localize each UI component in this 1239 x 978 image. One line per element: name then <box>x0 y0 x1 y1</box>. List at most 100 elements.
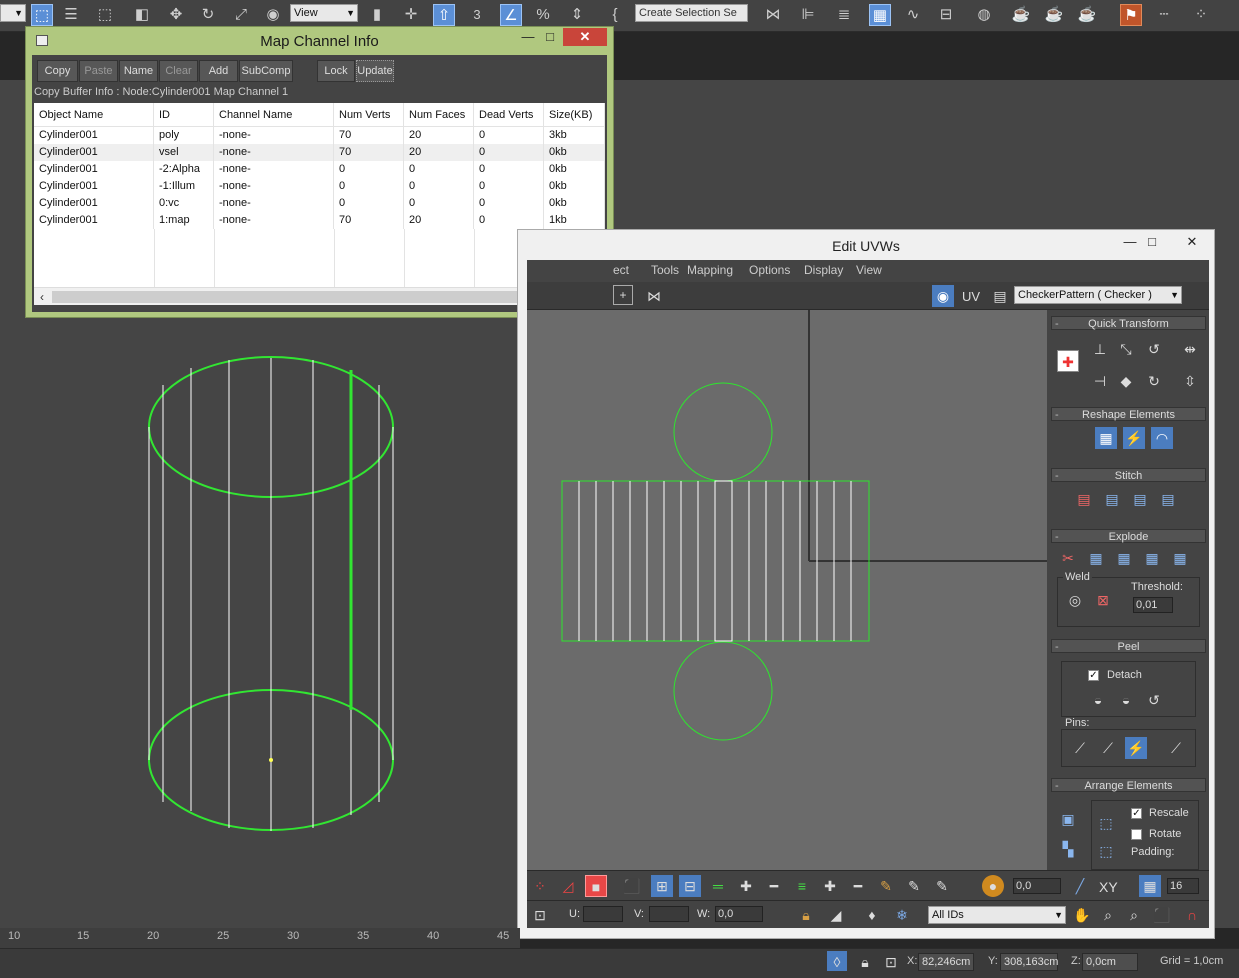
ruler-tool-icon[interactable]: ┄ <box>1153 4 1175 26</box>
mirror-icon[interactable]: ⋈ <box>643 285 665 307</box>
x-coordinate-field[interactable]: 82,246cm <box>918 953 974 971</box>
auto-pin-icon[interactable]: ⟋ <box>1165 737 1187 759</box>
flatten-by-polygon-icon[interactable]: ▦ <box>1113 547 1135 569</box>
time-ruler[interactable]: 10 15 20 25 30 35 40 45 <box>0 928 520 948</box>
absolute-offset-icon[interactable]: ⊡ <box>529 904 551 926</box>
edge-mode-icon[interactable]: ◿ <box>557 875 579 897</box>
render-production-icon[interactable]: ☕ <box>1076 4 1098 26</box>
edit-uvws-titlebar[interactable]: Edit UVWs — □ ✕ <box>518 230 1214 260</box>
column-header[interactable]: Num Verts <box>334 103 404 127</box>
grid-snap-icon[interactable]: ▦ <box>1139 875 1161 897</box>
ring-icon[interactable]: ≡ <box>791 875 813 897</box>
named-selection-set-field[interactable]: Create Selection Se <box>635 4 748 22</box>
flatten-by-smoothing-icon[interactable]: ▦ <box>1141 547 1163 569</box>
soft-selection-icon[interactable]: ● <box>982 875 1004 897</box>
table-row[interactable]: Cylinder001 1:map -none- 70 20 0 1kb <box>34 212 605 229</box>
clear-button[interactable]: Clear <box>159 60 198 82</box>
move-icon[interactable]: ✥ <box>165 4 187 26</box>
copy-button[interactable]: Copy <box>37 60 78 82</box>
stitch-to-source-icon[interactable]: ▤ <box>1101 488 1123 510</box>
xy-label[interactable]: XY <box>1099 879 1118 895</box>
relax-icon[interactable]: ⚡ <box>1123 427 1145 449</box>
rectangular-selection-icon[interactable]: ⬚ <box>94 4 116 26</box>
loop-shrink-icon[interactable]: ━ <box>763 875 785 897</box>
window-crossing-icon[interactable]: ◧ <box>131 4 153 26</box>
menu-display[interactable]: Display <box>804 263 843 277</box>
column-header[interactable]: Num Faces <box>404 103 474 127</box>
pivot-icon[interactable]: ▮ <box>366 4 388 26</box>
table-row[interactable]: Cylinder001 -2:Alpha -none- 0 0 0 0kb <box>34 161 605 178</box>
relax-until-flat-icon[interactable]: ◠ <box>1151 427 1173 449</box>
subcomp-button[interactable]: SubComp <box>239 60 293 82</box>
snap-toggle-icon[interactable]: ∩ <box>1181 904 1203 926</box>
column-header[interactable]: Size(KB) <box>544 103 605 127</box>
column-header[interactable]: ID <box>154 103 214 127</box>
stitch-to-target-icon[interactable]: ▤ <box>1073 488 1095 510</box>
table-row[interactable]: Cylinder001 vsel -none- 70 20 0 0kb <box>34 144 605 161</box>
render-setup-icon[interactable]: ☕ <box>1010 4 1032 26</box>
space-horizontal-icon[interactable]: ⇹ <box>1179 338 1201 360</box>
keyboard-shortcut-override-icon[interactable]: ⇧ <box>433 4 455 26</box>
loop-icon[interactable]: ═ <box>707 875 729 897</box>
pack-normalize-icon[interactable]: ⬚ <box>1095 812 1117 834</box>
target-weld-icon[interactable]: ⊠ <box>1092 589 1114 611</box>
menu-tools[interactable]: Tools <box>651 263 679 277</box>
falloff-linear-icon[interactable]: ╱ <box>1069 875 1091 897</box>
column-header[interactable]: Dead Verts <box>474 103 544 127</box>
grow-selection-icon[interactable]: ⊞ <box>651 875 673 897</box>
grid-size-spinner[interactable]: 16 <box>1167 878 1199 894</box>
align-to-edge-icon[interactable]: ◆ <box>1115 370 1137 392</box>
paint-select-icon[interactable]: ✎ <box>875 875 897 897</box>
zoom-region-icon[interactable]: ⌕ <box>1123 904 1145 926</box>
close-button[interactable]: ✕ <box>1172 233 1212 251</box>
stitch-average-icon[interactable]: ▤ <box>1129 488 1151 510</box>
pack-together-icon[interactable]: ▚ <box>1057 838 1079 860</box>
show-map-icon[interactable]: ◉ <box>932 285 954 307</box>
custom-script-icon[interactable]: ⚑ <box>1120 4 1142 26</box>
uv-editor-canvas[interactable] <box>527 310 1047 870</box>
select-by-name-icon[interactable]: ☰ <box>60 4 82 26</box>
u-spinner[interactable] <box>583 906 623 922</box>
absolute-mode-icon[interactable]: ⊡ <box>880 951 902 973</box>
table-row[interactable]: Cylinder001 0:vc -none- 0 0 0 0kb <box>34 195 605 212</box>
enlarge-brush-icon[interactable]: ✎ <box>903 875 925 897</box>
pivot-point-icon[interactable]: ✚ <box>1057 350 1079 372</box>
isolate-selection-icon[interactable]: ◊ <box>827 951 847 971</box>
uv-list-icon[interactable]: ▤ <box>989 285 1011 307</box>
particle-view-icon[interactable]: ⁘ <box>1190 4 1212 26</box>
align-icon[interactable]: ⊫ <box>797 4 819 26</box>
align-vertical-icon[interactable]: ⊣ <box>1089 370 1111 392</box>
weld-selected-icon[interactable]: ◎ <box>1064 589 1086 611</box>
polygon-mode-icon[interactable]: ■ <box>585 875 607 897</box>
dialog-titlebar[interactable]: Map Channel Info — □ ✕ <box>26 27 613 55</box>
menu-mapping[interactable]: Mapping <box>687 263 733 277</box>
rendered-frame-window-icon[interactable]: ☕ <box>1043 4 1065 26</box>
detach-checkbox[interactable]: ✓ <box>1088 670 1099 681</box>
pin-selected-icon[interactable]: ⟋ <box>1097 737 1119 759</box>
hide-icon[interactable]: ◢ <box>825 904 847 926</box>
w-spinner[interactable]: 0,0 <box>715 906 763 922</box>
percent-snap-icon[interactable]: % <box>532 4 554 26</box>
select-object-icon[interactable]: ⬚ <box>31 4 53 26</box>
rotate-ccw-icon[interactable]: ↺ <box>1143 338 1165 360</box>
align-diagonal-icon[interactable]: ⤡ <box>1115 338 1137 360</box>
schematic-view-icon[interactable]: ⊟ <box>935 4 957 26</box>
ring-shrink-icon[interactable]: ━ <box>847 875 869 897</box>
shrink-selection-icon[interactable]: ⊟ <box>679 875 701 897</box>
rotate-icon[interactable]: ↻ <box>197 4 219 26</box>
pack-rescale-icon[interactable]: ⬚ <box>1095 840 1117 862</box>
stitch-custom-icon[interactable]: ▤ <box>1157 488 1179 510</box>
v-spinner[interactable] <box>649 906 689 922</box>
loop-grow-icon[interactable]: ✚ <box>735 875 757 897</box>
pack-custom-icon[interactable]: ▣ <box>1057 808 1079 830</box>
section-header[interactable]: - Stitch <box>1051 468 1206 482</box>
ring-grow-icon[interactable]: ✚ <box>819 875 841 897</box>
rotate-cw-icon[interactable]: ↻ <box>1143 370 1165 392</box>
edit-named-selection-icon[interactable]: { <box>604 4 626 26</box>
angle-snap-icon[interactable]: ∠ <box>500 4 522 26</box>
element-mode-icon[interactable]: ⬛ <box>621 875 643 897</box>
scene-explorer-icon[interactable]: ▦ <box>869 4 891 26</box>
z-coordinate-field[interactable]: 0,0cm <box>1082 953 1138 971</box>
space-vertical-icon[interactable]: ⇳ <box>1179 370 1201 392</box>
align-horizontal-icon[interactable]: ⊥ <box>1089 338 1111 360</box>
